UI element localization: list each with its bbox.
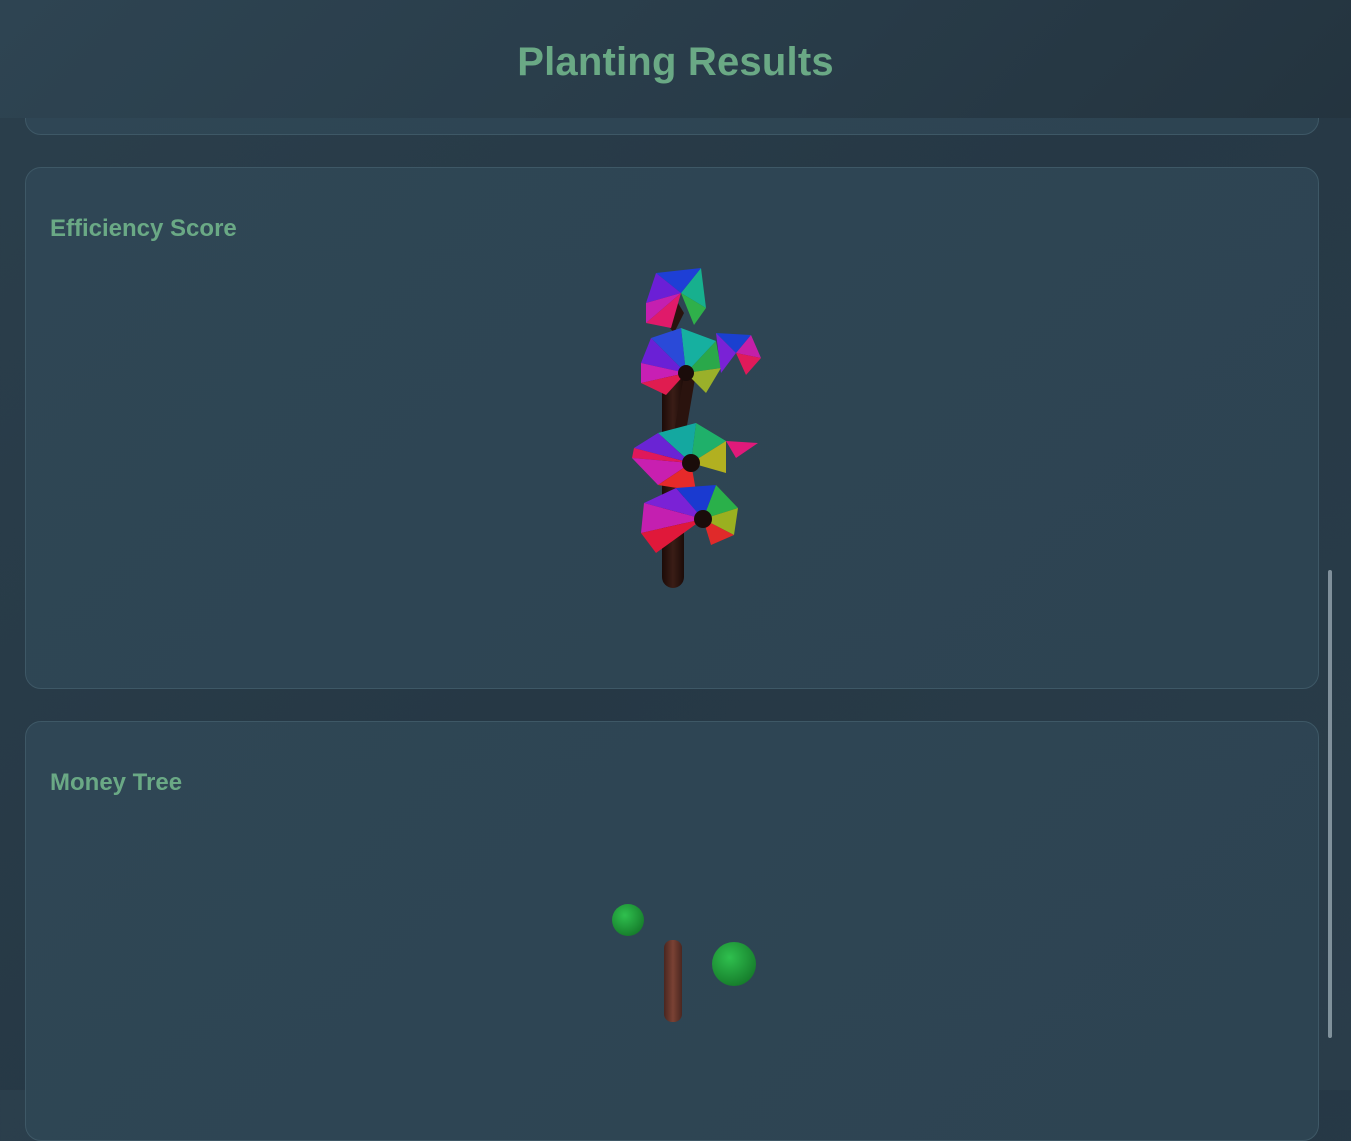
money-tree-card: Money Tree <box>25 721 1319 1141</box>
leaf-ball-left <box>612 904 644 936</box>
foliage-cluster-lower <box>641 485 738 553</box>
leaf-ball-right <box>712 942 756 986</box>
page-title: Planting Results <box>517 40 834 84</box>
rainbow-tree-canvas[interactable] <box>586 263 786 593</box>
efficiency-score-card: Efficiency Score <box>25 167 1319 689</box>
foliage-cluster-upper <box>641 328 761 395</box>
scrollbar[interactable] <box>1328 570 1332 1038</box>
money-tree-canvas[interactable] <box>596 892 776 1032</box>
page-header: Planting Results <box>0 0 1351 118</box>
money-tree-title: Money Tree <box>50 769 183 796</box>
money-tree-trunk <box>664 940 682 1022</box>
foliage-cluster-middle <box>632 423 758 491</box>
efficiency-score-title: Efficiency Score <box>50 215 237 242</box>
